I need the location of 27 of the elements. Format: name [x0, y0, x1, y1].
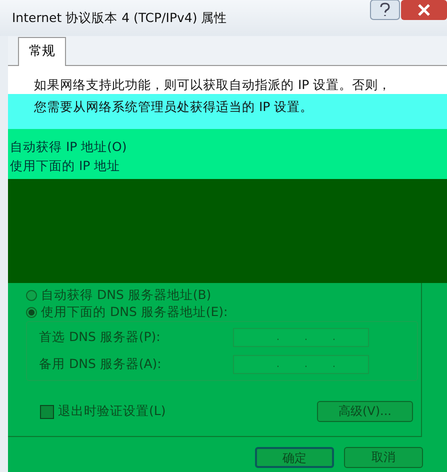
help-icon[interactable] — [370, 0, 400, 20]
ip-address-field[interactable]: . . . — [233, 355, 369, 374]
radio-label[interactable]: 使用下面的 IP 地址 — [10, 158, 120, 175]
checkbox-label[interactable]: 退出时验证设置(L) — [58, 403, 313, 420]
radio-button[interactable] — [26, 290, 37, 301]
tab[interactable]: 常规 — [18, 37, 66, 66]
advanced-button[interactable]: 高级(V)... — [317, 401, 413, 422]
field-label: 首选 DNS 服务器(P): — [39, 329, 160, 346]
radio-label[interactable]: 使用下面的 DNS 服务器地址(E): — [41, 304, 228, 321]
close-icon[interactable] — [401, 0, 447, 20]
radio-label[interactable]: 自动获得 IP 地址(O) — [10, 139, 127, 156]
checkbox[interactable] — [40, 404, 54, 418]
radio-button[interactable] — [26, 307, 37, 318]
separator-dot: . — [304, 359, 308, 370]
radio-label[interactable]: 自动获得 DNS 服务器地址(B) — [41, 287, 212, 304]
dialog-button[interactable]: 确定 — [255, 447, 334, 468]
description-text: 您需要从网络系统管理员处获得适当的 IP 设置。 — [34, 99, 314, 114]
window-title: Internet 协议版本 4 (TCP/IPv4) 属性 — [12, 10, 228, 26]
ip-address-field[interactable]: . . . — [233, 328, 369, 347]
separator-dot: . — [276, 332, 280, 343]
separator-dot: . — [332, 332, 336, 343]
separator-dot: . — [332, 359, 336, 370]
separator-dot: . — [304, 332, 308, 343]
description-text: 如果网络支持此功能，则可以获取自动指派的 IP 设置。否则， — [34, 77, 392, 92]
field-label: 备用 DNS 服务器(A): — [39, 356, 162, 373]
dialog-button[interactable]: 取消 — [344, 447, 423, 468]
separator-dot: . — [276, 359, 280, 370]
